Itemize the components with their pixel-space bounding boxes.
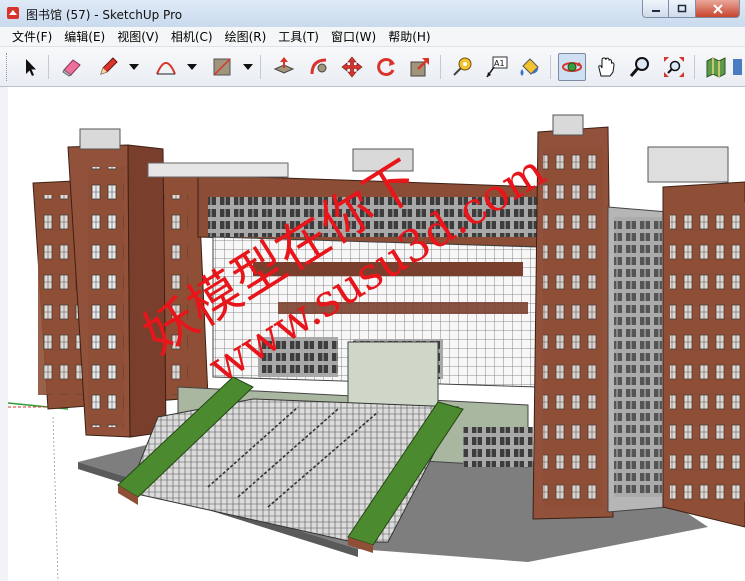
menu-view[interactable]: 视图(V) bbox=[111, 27, 165, 47]
pan-icon bbox=[598, 57, 615, 77]
text-tool-label: A1 bbox=[494, 59, 505, 68]
move-tool-button[interactable] bbox=[338, 53, 366, 81]
minimize-button[interactable] bbox=[642, 0, 669, 18]
title-bar[interactable]: 图书馆 (57) - SketchUp Pro bbox=[0, 0, 745, 28]
triangle-down-icon bbox=[187, 64, 197, 70]
toolbar-separator bbox=[48, 55, 49, 79]
zoom-icon bbox=[629, 57, 649, 77]
triangle-down-icon bbox=[243, 64, 253, 70]
pencil-tool-button[interactable] bbox=[94, 53, 122, 81]
menu-help[interactable]: 帮助(H) bbox=[382, 27, 436, 47]
zoom-extents-icon bbox=[664, 57, 684, 77]
follow-me-tool-button[interactable] bbox=[305, 53, 333, 81]
arc-dropdown[interactable] bbox=[186, 53, 198, 81]
follow-me-icon bbox=[310, 58, 327, 75]
drawing-viewport[interactable]: 妖模型在你下 www.susu3d.com bbox=[8, 87, 745, 581]
paint-bucket-tool-button[interactable] bbox=[516, 53, 544, 81]
sketchup-app-icon bbox=[7, 7, 19, 19]
text-tool-button[interactable]: A1 bbox=[482, 53, 510, 81]
warehouse-icon bbox=[706, 57, 726, 78]
rotate-tool-button[interactable] bbox=[372, 53, 400, 81]
building-model[interactable]: 妖模型在你下 www.susu3d.com bbox=[8, 87, 745, 581]
toolbar-separator bbox=[550, 55, 551, 79]
triangle-down-icon bbox=[129, 64, 139, 70]
menu-file[interactable]: 文件(F) bbox=[6, 27, 58, 47]
pan-tool-button[interactable] bbox=[592, 53, 620, 81]
orbit-icon bbox=[562, 62, 582, 72]
zoom-tool-button[interactable] bbox=[626, 53, 654, 81]
move-icon bbox=[341, 56, 363, 78]
close-icon bbox=[712, 3, 723, 14]
arc-icon bbox=[156, 62, 176, 75]
window-controls bbox=[642, 0, 740, 19]
select-tool-button[interactable] bbox=[16, 53, 44, 81]
toolbar-separator bbox=[440, 55, 441, 79]
menu-bar: 文件(F) 编辑(E) 视图(V) 相机(C) 绘图(R) 工具(T) 窗口(W… bbox=[0, 27, 745, 47]
rectangle-icon bbox=[213, 58, 231, 76]
tape-measure-tool-button[interactable] bbox=[448, 53, 476, 81]
tape-measure-icon bbox=[453, 57, 472, 76]
eraser-tool-button[interactable] bbox=[58, 53, 86, 81]
rectangle-tool-button[interactable] bbox=[208, 53, 236, 81]
toolbar-separator bbox=[694, 55, 695, 79]
3d-warehouse-button[interactable] bbox=[702, 53, 730, 81]
toolbar-grip[interactable] bbox=[6, 53, 10, 81]
orbit-tool-button[interactable] bbox=[558, 53, 586, 81]
arc-tool-button[interactable] bbox=[152, 53, 180, 81]
toolbar-overflow[interactable] bbox=[730, 53, 744, 81]
menu-edit[interactable]: 编辑(E) bbox=[58, 27, 111, 47]
maximize-button[interactable] bbox=[669, 0, 696, 18]
toolbar-separator bbox=[260, 55, 261, 79]
line-dropdown[interactable] bbox=[128, 53, 140, 81]
push-pull-tool-button[interactable] bbox=[270, 53, 298, 81]
text-icon: A1 bbox=[486, 56, 508, 78]
close-button[interactable] bbox=[696, 0, 740, 18]
select-icon bbox=[26, 59, 36, 76]
minimize-icon bbox=[651, 9, 660, 12]
window-title: 图书馆 (57) - SketchUp Pro bbox=[26, 8, 183, 22]
paint-bucket-icon bbox=[520, 58, 539, 76]
shape-dropdown[interactable] bbox=[242, 53, 254, 81]
menu-window[interactable]: 窗口(W) bbox=[325, 27, 382, 47]
scale-icon bbox=[410, 58, 429, 77]
menu-tools[interactable]: 工具(T) bbox=[272, 27, 325, 47]
rotate-icon bbox=[377, 58, 395, 76]
push-pull-icon bbox=[273, 57, 295, 74]
menu-draw[interactable]: 绘图(R) bbox=[219, 27, 273, 47]
pencil-icon bbox=[100, 57, 118, 75]
zoom-extents-tool-button[interactable] bbox=[660, 53, 688, 81]
main-toolbar: A1 bbox=[0, 47, 745, 87]
scale-tool-button[interactable] bbox=[406, 53, 434, 81]
eraser-icon bbox=[62, 59, 81, 77]
menu-camera[interactable]: 相机(C) bbox=[165, 27, 219, 47]
extension-icon bbox=[733, 59, 742, 75]
restore-icon bbox=[677, 4, 687, 13]
